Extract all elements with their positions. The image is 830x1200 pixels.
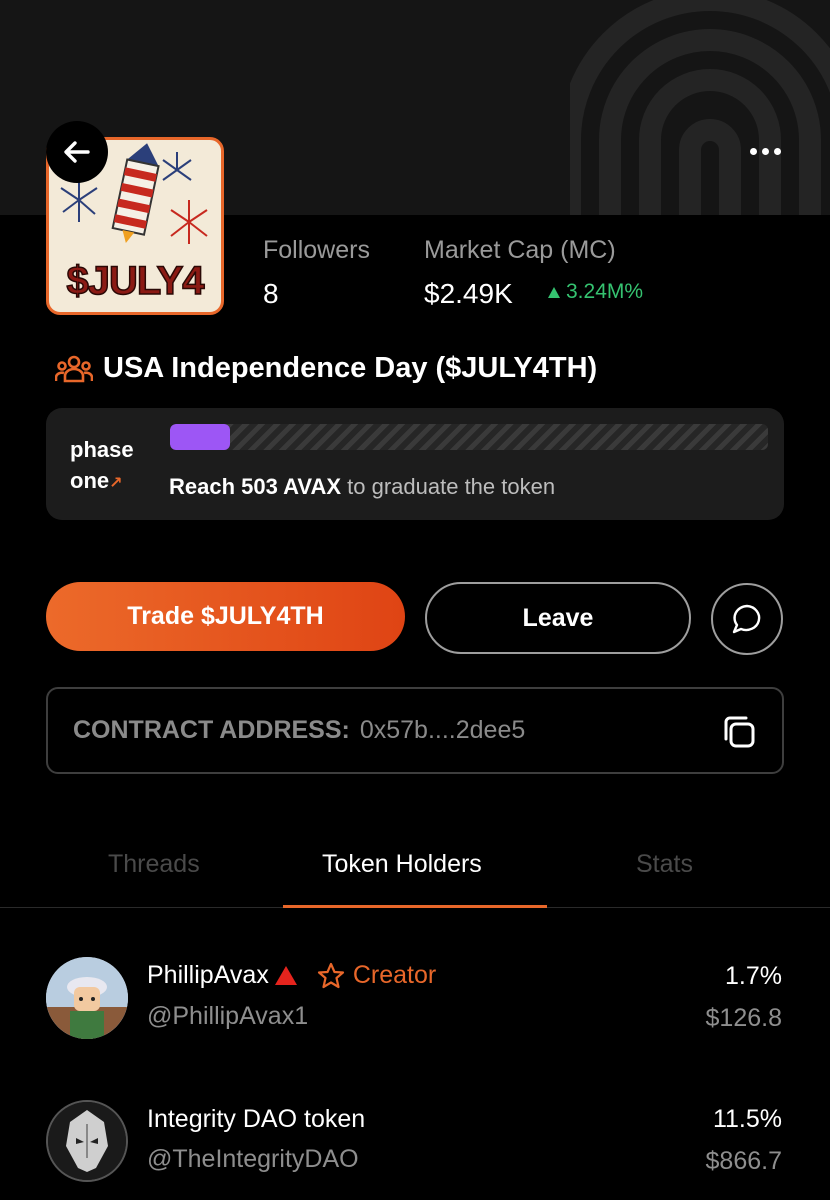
graduation-target: Reach 503 AVAX <box>169 474 342 499</box>
avatar <box>46 957 128 1039</box>
avatar-illustration <box>46 957 128 1039</box>
tab-bar: Threads Token Holders Stats <box>0 830 830 908</box>
token-image-label: $JULY4 <box>66 258 206 304</box>
holder-handle: @PhillipAvax1 <box>147 1002 309 1030</box>
token-title: USA Independence Day ($JULY4TH) <box>55 352 597 385</box>
tab-threads[interactable]: Threads <box>108 850 200 879</box>
phase-label-line1: phase <box>70 437 134 462</box>
contract-address-label: CONTRACT ADDRESS: <box>73 716 350 744</box>
holder-value: $126.8 <box>705 1004 782 1032</box>
phase-card: phase one↗ Reach 503 AVAX to graduate th… <box>46 408 784 520</box>
more-options-button[interactable] <box>740 136 790 166</box>
graduation-text: Reach 503 AVAX to graduate the token <box>169 474 555 500</box>
graduation-progress-fill <box>170 424 230 450</box>
market-cap-value: $2.49K <box>424 278 513 309</box>
graduation-suffix: to graduate the token <box>347 474 556 499</box>
chat-bubble-icon <box>732 604 761 634</box>
phase-label-line2: one <box>70 468 110 493</box>
tab-token-holders[interactable]: Token Holders <box>322 850 482 879</box>
tab-stats[interactable]: Stats <box>636 850 693 879</box>
dot-icon <box>761 147 769 155</box>
holder-percent: 1.7% <box>725 962 782 990</box>
creator-label: Creator <box>352 961 437 989</box>
dot-icon <box>773 147 781 155</box>
holder-name: PhillipAvax Creator <box>147 961 436 990</box>
market-cap-label: Market Cap (MC) <box>424 236 616 264</box>
market-cap-change-value: 3.24M% <box>566 280 644 303</box>
phase-link[interactable]: phase one↗ <box>70 434 134 499</box>
holder-name: Integrity DAO token <box>147 1105 365 1134</box>
arrow-up-right-icon: ↗ <box>109 475 123 492</box>
dot-icon <box>749 147 757 155</box>
holder-row[interactable]: PhillipAvax Creator @PhillipAvax1 1.7% $… <box>0 955 830 1055</box>
arrow-left-icon <box>64 141 90 163</box>
back-button[interactable] <box>46 121 108 183</box>
star-icon <box>317 962 344 988</box>
holder-handle: @TheIntegrityDAO <box>147 1145 359 1173</box>
leave-button[interactable]: Leave <box>425 582 691 654</box>
creator-badge: Creator <box>317 961 436 990</box>
holder-name-text: Integrity DAO token <box>147 1105 366 1133</box>
followers-value: 8 <box>263 278 279 309</box>
graduation-progress-bar <box>170 424 768 450</box>
contract-address-value: 0x57b....2dee5 <box>359 716 526 744</box>
chat-button[interactable] <box>711 583 783 655</box>
triangle-up-icon <box>548 286 560 298</box>
holder-value: $866.7 <box>705 1147 782 1175</box>
avatar <box>46 1100 128 1182</box>
holder-percent: 11.5% <box>712 1105 782 1133</box>
avatar-illustration <box>48 1102 126 1180</box>
market-cap-change: 3.24M% <box>548 280 643 304</box>
copy-icon[interactable] <box>720 713 758 751</box>
contract-address-box: CONTRACT ADDRESS: 0x57b....2dee5 <box>46 687 784 774</box>
holder-name-text: PhillipAvax <box>147 961 269 989</box>
community-icon <box>55 355 93 382</box>
followers-label: Followers <box>263 236 370 264</box>
token-name: USA Independence Day ($JULY4TH) <box>103 352 598 384</box>
banner-arcs-decoration <box>570 0 830 215</box>
trade-button[interactable]: Trade $JULY4TH <box>46 582 405 651</box>
holder-row[interactable]: Integrity DAO token @TheIntegrityDAO 11.… <box>0 1098 830 1198</box>
avalanche-icon <box>274 966 297 985</box>
active-tab-indicator <box>283 905 547 908</box>
